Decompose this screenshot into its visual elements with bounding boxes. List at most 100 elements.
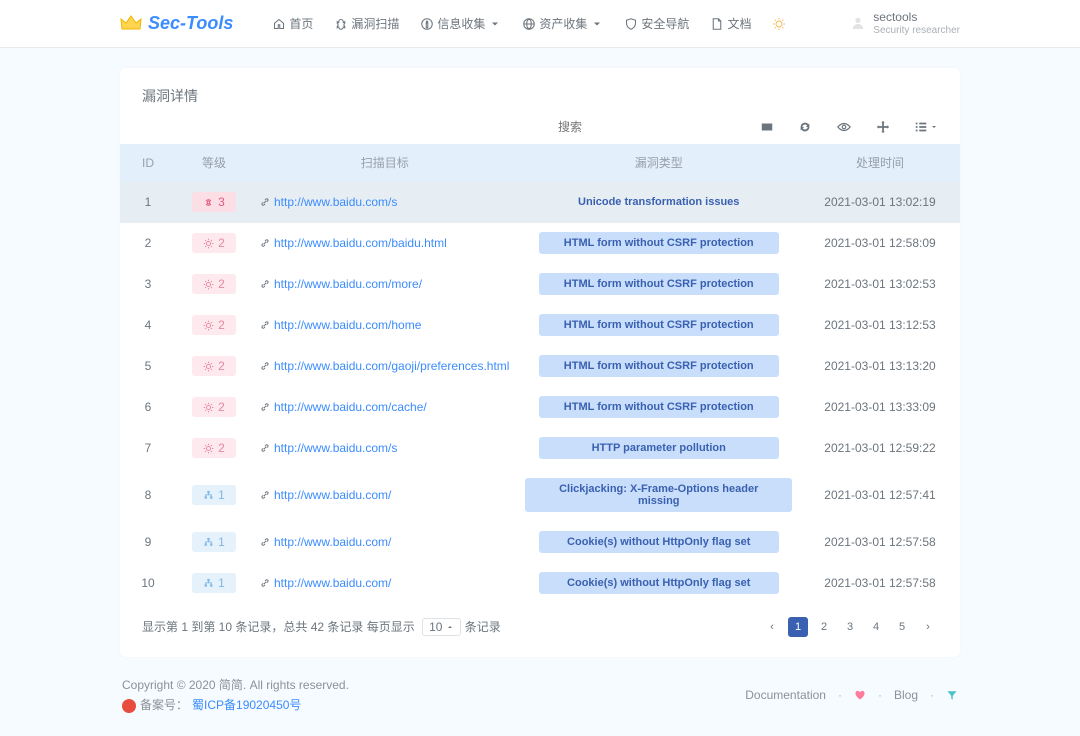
vuln-button[interactable]: Unicode transformation issues [539, 191, 779, 213]
vuln-button[interactable]: HTML form without CSRF protection [539, 273, 779, 295]
pagesize-select[interactable]: 10 [422, 618, 461, 636]
columns-icon[interactable] [914, 120, 938, 134]
target-link[interactable]: http://www.baidu.com/more/ [260, 277, 422, 291]
sun-icon [773, 18, 785, 30]
eye-icon[interactable] [836, 120, 852, 134]
refresh-icon[interactable] [798, 120, 812, 134]
user-role: Security researcher [873, 25, 960, 37]
target-link[interactable]: http://www.baidu.com/gaoji/preferences.h… [260, 359, 509, 373]
cell-time: 2021-03-01 13:13:20 [800, 346, 960, 387]
target-link[interactable]: http://www.baidu.com/ [260, 488, 391, 502]
filter-icon[interactable] [946, 689, 958, 701]
nav-globe[interactable]: 资产收集 [513, 9, 613, 38]
table-row[interactable]: 3 2 http://www.baidu.com/more/ HTML form… [120, 264, 960, 305]
vuln-table: ID 等级 扫描目标 漏洞类型 处理时间 1 3 http://www.baid… [120, 144, 960, 603]
home-icon [273, 18, 285, 30]
page-2[interactable]: 2 [814, 617, 834, 637]
footer-doc-link[interactable]: Documentation [745, 688, 826, 702]
pagination: ‹ 12345 › [762, 617, 938, 637]
gear-icon [203, 361, 214, 372]
table-row[interactable]: 7 2 http://www.baidu.com/s HTTP paramete… [120, 428, 960, 469]
cell-time: 2021-03-01 12:59:22 [800, 428, 960, 469]
copyright: Copyright © 2020 简简. All rights reserved… [122, 675, 349, 695]
search-input[interactable] [558, 116, 678, 138]
page-3[interactable]: 3 [840, 617, 860, 637]
user-icon [851, 16, 865, 30]
cell-time: 2021-03-01 13:33:09 [800, 387, 960, 428]
cell-target: http://www.baidu.com/ [252, 469, 517, 522]
table-row[interactable]: 1 3 http://www.baidu.com/s Unicode trans… [120, 182, 960, 223]
cell-level: 2 [176, 223, 252, 264]
cell-vuln: HTML form without CSRF protection [517, 387, 800, 428]
search-wrap [558, 116, 678, 138]
target-link[interactable]: http://www.baidu.com/baidu.html [260, 236, 447, 250]
nav-info[interactable]: 信息收集 [411, 9, 511, 38]
sitemap-icon [203, 537, 214, 548]
col-vuln[interactable]: 漏洞类型 [517, 144, 800, 182]
page-5[interactable]: 5 [892, 617, 912, 637]
globe-icon [523, 18, 535, 30]
col-time[interactable]: 处理时间 [800, 144, 960, 182]
vuln-button[interactable]: HTML form without CSRF protection [539, 232, 779, 254]
page-prev[interactable]: ‹ [762, 617, 782, 637]
col-target[interactable]: 扫描目标 [252, 144, 517, 182]
cell-vuln: Unicode transformation issues [517, 182, 800, 223]
icp-label: 备案号： [140, 695, 188, 715]
vuln-button[interactable]: HTML form without CSRF protection [539, 314, 779, 336]
page-4[interactable]: 4 [866, 617, 886, 637]
cell-target: http://www.baidu.com/home [252, 305, 517, 346]
table-row[interactable]: 5 2 http://www.baidu.com/gaoji/preferenc… [120, 346, 960, 387]
target-link[interactable]: http://www.baidu.com/s [260, 441, 397, 455]
toggle-icon[interactable] [760, 120, 774, 134]
vuln-button[interactable]: HTML form without CSRF protection [539, 396, 779, 418]
table-row[interactable]: 6 2 http://www.baidu.com/cache/ HTML for… [120, 387, 960, 428]
table-row[interactable]: 2 2 http://www.baidu.com/baidu.html HTML… [120, 223, 960, 264]
nav-bug[interactable]: 漏洞扫描 [325, 9, 409, 38]
vuln-button[interactable]: Cookie(s) without HttpOnly flag set [539, 572, 779, 594]
cell-target: http://www.baidu.com/s [252, 182, 517, 223]
table-row[interactable]: 10 1 http://www.baidu.com/ Cookie(s) wit… [120, 563, 960, 604]
cell-level: 2 [176, 264, 252, 305]
cell-level: 2 [176, 346, 252, 387]
page-1[interactable]: 1 [788, 617, 808, 637]
level-badge: 1 [192, 573, 236, 593]
link-icon [260, 402, 270, 412]
fullscreen-icon[interactable] [876, 120, 890, 134]
target-link[interactable]: http://www.baidu.com/ [260, 576, 391, 590]
level-badge: 1 [192, 532, 236, 552]
user-block[interactable]: sectools Security researcher [851, 10, 960, 36]
cell-id: 10 [120, 563, 176, 604]
caret-up-icon [446, 623, 454, 631]
target-link[interactable]: http://www.baidu.com/home [260, 318, 421, 332]
level-badge: 1 [192, 485, 236, 505]
table-row[interactable]: 8 1 http://www.baidu.com/ Clickjacking: … [120, 469, 960, 522]
nav-doc[interactable]: 文档 [701, 9, 761, 38]
vuln-button[interactable]: Clickjacking: X-Frame-Options header mis… [525, 478, 792, 512]
footer-blog-link[interactable]: Blog [894, 688, 918, 702]
table-row[interactable]: 9 1 http://www.baidu.com/ Cookie(s) with… [120, 522, 960, 563]
col-id[interactable]: ID [120, 144, 176, 182]
nav-label: 安全导航 [641, 15, 689, 32]
target-link[interactable]: http://www.baidu.com/s [260, 195, 397, 209]
col-level[interactable]: 等级 [176, 144, 252, 182]
link-icon [260, 279, 270, 289]
nav-label: 首页 [289, 15, 313, 32]
heart-icon[interactable] [854, 689, 866, 701]
cell-time: 2021-03-01 13:02:53 [800, 264, 960, 305]
nav-home[interactable]: 首页 [263, 9, 323, 38]
target-link[interactable]: http://www.baidu.com/ [260, 535, 391, 549]
table-row[interactable]: 4 2 http://www.baidu.com/home HTML form … [120, 305, 960, 346]
brand-logo[interactable]: Sec-Tools [120, 13, 233, 34]
nav-shield[interactable]: 安全导航 [615, 9, 699, 38]
link-icon [260, 197, 270, 207]
cell-id: 3 [120, 264, 176, 305]
vuln-button[interactable]: HTTP parameter pollution [539, 437, 779, 459]
icp-number[interactable]: 蜀ICP备19020450号 [192, 695, 301, 715]
vuln-button[interactable]: HTML form without CSRF protection [539, 355, 779, 377]
page-next[interactable]: › [918, 617, 938, 637]
vuln-button[interactable]: Cookie(s) without HttpOnly flag set [539, 531, 779, 553]
cell-id: 6 [120, 387, 176, 428]
theme-toggle[interactable] [763, 9, 795, 38]
cell-level: 1 [176, 522, 252, 563]
target-link[interactable]: http://www.baidu.com/cache/ [260, 400, 427, 414]
